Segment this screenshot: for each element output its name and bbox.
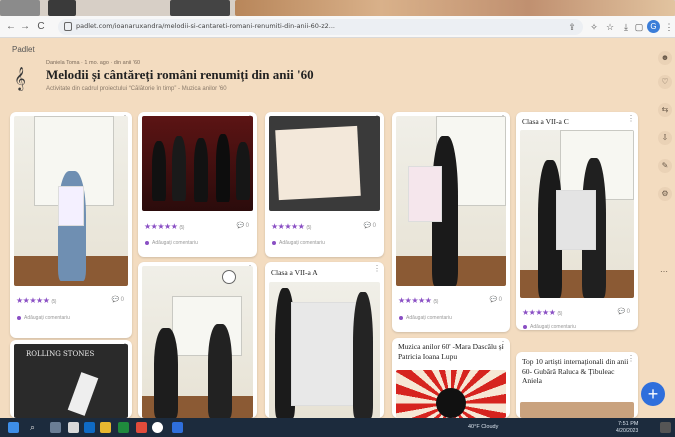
- chrome-icon[interactable]: [136, 422, 147, 433]
- bookmark-star-icon[interactable]: ☆: [604, 21, 616, 33]
- post-card[interactable]: ⋮ Clasa a VII-a C ★★★★★ (5) 💬 0 Adăugați …: [516, 112, 638, 330]
- padlet-brand[interactable]: Padlet: [12, 45, 35, 54]
- add-comment[interactable]: Adăugați comentariu: [272, 240, 325, 246]
- post-title: Top 10 artiști internaționali din anii 6…: [522, 357, 629, 385]
- tab-thumbnail[interactable]: [170, 0, 230, 16]
- app-icon[interactable]: [172, 422, 183, 433]
- profile-avatar[interactable]: G: [647, 20, 660, 33]
- tab-thumbnail[interactable]: [48, 0, 76, 16]
- post-photo: [14, 116, 128, 286]
- post-photo: [520, 130, 634, 298]
- more-icon[interactable]: ⋯: [660, 267, 668, 276]
- post-photo: [396, 370, 506, 418]
- post-card[interactable]: ⋮ Top 10 artiști internaționali din anii…: [516, 352, 638, 418]
- post-card[interactable]: ⋮ ★★★★★(5) 💬 0 Adăugați comentariu: [265, 112, 384, 257]
- browser-toolbar: ← → C padlet.com/ioanaruxandra/melodii-s…: [0, 16, 675, 38]
- star-rating[interactable]: ★★★★★ (5): [144, 222, 184, 231]
- widgets-icon[interactable]: [68, 422, 79, 433]
- star-rating[interactable]: ★★★★★ (5): [16, 296, 56, 305]
- forward-button[interactable]: →: [18, 20, 32, 34]
- edge-icon[interactable]: [84, 422, 95, 433]
- comment-count[interactable]: 💬 0: [112, 296, 124, 303]
- export-icon[interactable]: ⇩: [658, 131, 672, 145]
- post-photo: [269, 116, 380, 211]
- app-icon[interactable]: [152, 422, 163, 433]
- comment-count[interactable]: 💬 0: [490, 296, 502, 303]
- post-photo: ROLLING STONES: [14, 344, 128, 418]
- right-action-rail: ☻ ♡ ⇆ ⇩ ✎ ⚙ ⋯: [655, 45, 675, 276]
- start-icon[interactable]: [8, 422, 19, 433]
- tab-thumbnail[interactable]: [235, 0, 675, 16]
- comment-count[interactable]: 💬 0: [364, 222, 376, 229]
- post-title: Muzica anilor 60' -Mara Dascălu și Patri…: [398, 342, 504, 361]
- clock-date[interactable]: 4/20/2023: [616, 428, 638, 434]
- post-card[interactable]: ⋮ Muzica anilor 60' -Mara Dascălu și Pat…: [392, 338, 510, 418]
- clock-icon: [222, 270, 236, 284]
- download-icon[interactable]: ⤓: [620, 21, 632, 33]
- post-title: Clasa a VII-a C: [522, 117, 569, 126]
- star-rating[interactable]: ★★★★★ (5): [522, 308, 562, 317]
- post-photo: [396, 116, 506, 286]
- add-comment[interactable]: Adăugați comentariu: [145, 240, 198, 246]
- add-comment[interactable]: Adăugați comentariu: [399, 315, 452, 321]
- post-photo: [520, 402, 634, 418]
- user-icon[interactable]: ☻: [658, 51, 672, 65]
- star-rating[interactable]: ★★★★★ (5): [398, 296, 438, 305]
- weather-widget[interactable]: 40°F Cloudy: [468, 424, 498, 430]
- reload-button[interactable]: C: [34, 20, 48, 34]
- store-icon[interactable]: [118, 422, 129, 433]
- post-photo: [269, 282, 380, 418]
- url-text: padlet.com/ioanaruxandra/melodii-si-cant…: [76, 22, 335, 30]
- search-icon[interactable]: ⌕: [30, 422, 41, 433]
- board-title: Melodii și cântăreți români renumiți din…: [46, 67, 314, 82]
- add-post-button[interactable]: +: [641, 382, 665, 406]
- share-icon[interactable]: ⇆: [658, 103, 672, 117]
- comment-count[interactable]: 💬 0: [237, 222, 249, 229]
- add-comment[interactable]: Adăugați comentariu: [523, 324, 576, 330]
- post-card[interactable]: ⋮ ★★★★★(5) 💬 0 Adăugați comentariu: [10, 112, 132, 338]
- post-card[interactable]: ⋮ ★★★★★(5) 💬 0 Adăugați comentariu: [392, 112, 510, 332]
- post-card[interactable]: ⋮ ★★★★★(5) 💬 0 Adăugați comentariu: [138, 112, 257, 257]
- post-photo: [142, 116, 253, 211]
- settings-icon[interactable]: ⚙: [658, 187, 672, 201]
- address-bar[interactable]: padlet.com/ioanaruxandra/melodii-si-cant…: [58, 19, 583, 35]
- post-photo: [142, 266, 253, 418]
- board-subtitle: Activitate din cadrul proiectului “Călăt…: [46, 86, 227, 92]
- heart-icon[interactable]: ♡: [658, 75, 672, 89]
- clock-time[interactable]: 7:51 PM: [618, 421, 638, 427]
- file-explorer-icon[interactable]: [100, 422, 111, 433]
- task-view-icon[interactable]: [50, 422, 61, 433]
- back-button[interactable]: ←: [4, 20, 18, 34]
- post-title: Clasa a VII-a A: [271, 268, 318, 277]
- post-card[interactable]: ⋮ Clasa a VII-a A: [265, 262, 384, 418]
- author-line: Daniela Toma · 1 mo. ago · din anii ’60: [46, 60, 141, 66]
- comment-count[interactable]: 💬 0: [618, 308, 630, 315]
- post-card[interactable]: ⋮ ROLLING STONES: [10, 340, 132, 418]
- windows-taskbar: ⌕ 40°F Cloudy 7:51 PM 4/20/2023: [0, 418, 675, 437]
- comment-icon[interactable]: ✎: [658, 159, 672, 173]
- lock-icon: [64, 22, 72, 31]
- extensions-icon[interactable]: ✧: [588, 21, 600, 33]
- sidebar-icon[interactable]: ▢: [633, 21, 645, 33]
- music-note-icon: 𝄞: [14, 68, 26, 90]
- browser-tab-strip: [0, 0, 675, 16]
- add-comment[interactable]: Adăugați comentariu: [17, 315, 70, 321]
- post-card[interactable]: ⋮: [138, 262, 257, 418]
- share-icon[interactable]: ⇪: [566, 21, 578, 33]
- post-photo-text: ROLLING STONES: [26, 350, 95, 358]
- more-menu-icon[interactable]: ⋮: [663, 21, 675, 33]
- vinyl-record-icon: [436, 388, 466, 418]
- notifications-icon[interactable]: [660, 422, 671, 433]
- star-rating[interactable]: ★★★★★ (5): [271, 222, 311, 231]
- tab-thumbnail[interactable]: [0, 0, 40, 16]
